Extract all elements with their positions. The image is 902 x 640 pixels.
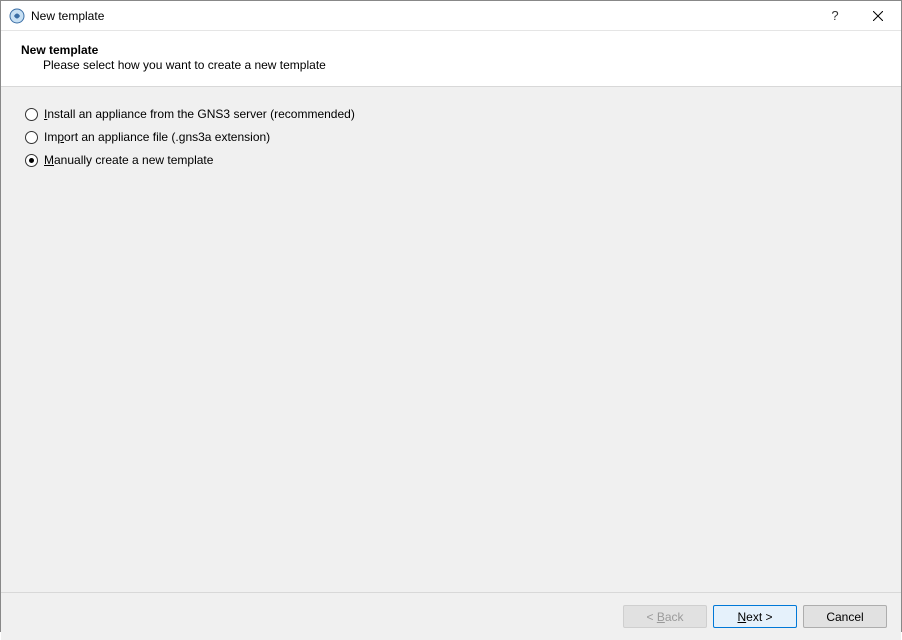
radio-icon	[25, 154, 38, 167]
wizard-content: Install an appliance from the GNS3 serve…	[1, 87, 901, 592]
page-subtitle: Please select how you want to create a n…	[21, 58, 881, 72]
cancel-button[interactable]: Cancel	[803, 605, 887, 628]
radio-label: Manually create a new template	[44, 153, 213, 167]
close-button[interactable]	[855, 1, 901, 30]
page-title: New template	[21, 43, 881, 57]
help-button[interactable]: ?	[815, 1, 855, 30]
radio-icon	[25, 131, 38, 144]
radio-icon	[25, 108, 38, 121]
radio-label: Import an appliance file (.gns3a extensi…	[44, 130, 270, 144]
window-title: New template	[31, 9, 104, 23]
radio-label: Install an appliance from the GNS3 serve…	[44, 107, 355, 121]
wizard-header: New template Please select how you want …	[1, 31, 901, 87]
titlebar-controls: ?	[815, 1, 901, 30]
next-button[interactable]: Next >	[713, 605, 797, 628]
app-icon	[9, 8, 25, 24]
radio-install-appliance[interactable]: Install an appliance from the GNS3 serve…	[25, 107, 877, 121]
radio-import-appliance[interactable]: Import an appliance file (.gns3a extensi…	[25, 130, 877, 144]
radio-manual-create[interactable]: Manually create a new template	[25, 153, 877, 167]
wizard-footer: < Back Next > Cancel	[1, 592, 901, 640]
titlebar: New template ?	[1, 1, 901, 31]
back-button: < Back	[623, 605, 707, 628]
